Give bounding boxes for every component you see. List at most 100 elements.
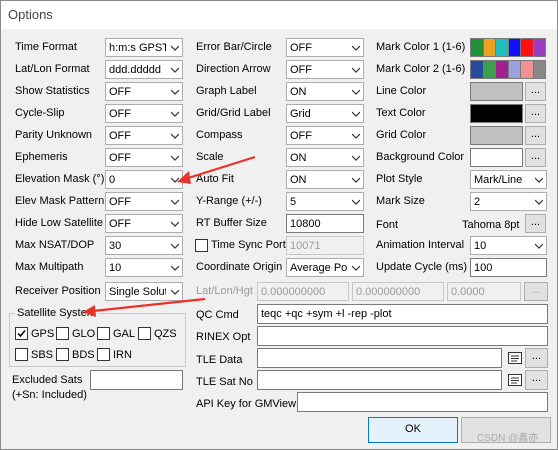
color-chip-1[interactable]	[471, 39, 484, 56]
y-range-select[interactable]: 5	[286, 192, 364, 211]
hide-low-satellite-select[interactable]: OFF	[105, 214, 183, 233]
qzs-checkbox[interactable]	[138, 327, 151, 340]
color-chip-4[interactable]	[508, 39, 521, 56]
color-chip-4[interactable]	[508, 61, 521, 78]
position-browse-button[interactable]: ...	[524, 282, 548, 301]
color-chip-5[interactable]	[521, 39, 534, 56]
mark-size-select[interactable]: 2	[470, 192, 547, 211]
height-input[interactable]: 0.0000	[447, 282, 521, 301]
chevron-down-icon	[171, 111, 179, 117]
excluded-sats-hint: (+Sn: Included)	[12, 389, 87, 401]
title-bar: Options	[1, 1, 557, 29]
show-statistics-select[interactable]: OFF	[105, 82, 183, 101]
mark-color1-label: Mark Color 1 (1-6)	[376, 41, 466, 53]
scale-select[interactable]: ON	[286, 148, 364, 167]
watermark: CSDN @鑫亦	[477, 433, 539, 444]
direction-arrow-select[interactable]: OFF	[286, 60, 364, 79]
time-sync-port-input[interactable]: 10071	[286, 236, 364, 255]
check-icon	[17, 330, 26, 338]
grid-label-select[interactable]: Grid	[286, 104, 364, 123]
chevron-down-icon	[352, 111, 360, 117]
annotation-arrow-1	[177, 155, 256, 184]
chevron-down-icon	[535, 243, 543, 249]
graph-label-label: Graph Label	[196, 85, 257, 97]
chevron-down-icon	[352, 45, 360, 51]
max-nsat-dop-select[interactable]: 30	[105, 236, 183, 255]
gal-checkbox[interactable]	[97, 327, 110, 340]
color-chip-6[interactable]	[533, 39, 545, 56]
background-color-button[interactable]: ...	[525, 148, 546, 167]
file-browse-icon[interactable]	[508, 374, 522, 386]
color-chip-3[interactable]	[496, 61, 509, 78]
file-browse-icon[interactable]	[508, 352, 522, 364]
elev-mask-pattern-select[interactable]: OFF	[105, 192, 183, 211]
color-chip-3[interactable]	[496, 39, 509, 56]
mark-color1-palette[interactable]	[470, 38, 546, 57]
line-color-swatch[interactable]	[470, 82, 523, 101]
rt-buffer-input[interactable]: 10800	[286, 214, 364, 233]
excluded-sats-input[interactable]	[90, 370, 183, 390]
chevron-down-icon	[352, 199, 360, 205]
grid-color-swatch[interactable]	[470, 126, 523, 145]
latitude-input[interactable]: 0.000000000	[257, 282, 349, 301]
bds-checkbox[interactable]	[56, 348, 69, 361]
sbs-label: SBS	[31, 349, 54, 361]
line-color-button[interactable]: ...	[525, 82, 546, 101]
hide-low-satellite-label: Hide Low Satellite	[15, 217, 104, 229]
tle-data-button[interactable]: ...	[525, 348, 548, 368]
compass-label: Compass	[196, 129, 243, 141]
sbs-checkbox[interactable]	[15, 348, 28, 361]
auto-fit-select[interactable]: ON	[286, 170, 364, 189]
background-color-swatch[interactable]	[470, 148, 523, 167]
gps-label: GPS	[31, 328, 55, 340]
color-chip-6[interactable]	[533, 61, 545, 78]
glo-checkbox[interactable]	[56, 327, 69, 340]
api-key-input[interactable]	[297, 392, 548, 412]
rinex-opt-input[interactable]	[257, 326, 548, 346]
color-chip-1[interactable]	[471, 61, 484, 78]
mark-color2-palette[interactable]	[470, 60, 546, 79]
font-button[interactable]: ...	[525, 214, 546, 233]
direction-arrow-label: Direction Arrow	[196, 63, 271, 75]
time-sync-label: Time Sync Port	[211, 239, 286, 251]
plot-style-label: Plot Style	[376, 173, 423, 185]
latlon-format-select[interactable]: ddd.ddddd	[105, 60, 183, 79]
text-color-swatch[interactable]	[470, 104, 523, 123]
graph-label-select[interactable]: ON	[286, 82, 364, 101]
annotation-arrow-2	[83, 297, 206, 317]
tle-sat-no-input[interactable]	[257, 370, 502, 390]
parity-unknown-select[interactable]: OFF	[105, 126, 183, 145]
text-color-button[interactable]: ...	[525, 104, 546, 123]
chevron-down-icon	[352, 265, 360, 271]
animation-interval-select[interactable]: 10	[470, 236, 547, 255]
chevron-down-icon	[352, 155, 360, 161]
color-chip-2[interactable]	[483, 61, 496, 78]
qc-cmd-input[interactable]: teqc +qc +sym +l -rep -plot	[257, 304, 548, 324]
coord-origin-select[interactable]: Average Position	[286, 258, 364, 277]
elev-mask-pattern-label: Elev Mask Pattern	[15, 195, 105, 207]
longitude-input[interactable]: 0.000000000	[352, 282, 444, 301]
color-chip-2[interactable]	[483, 39, 496, 56]
chevron-down-icon	[352, 177, 360, 183]
irn-checkbox[interactable]	[97, 348, 110, 361]
error-bar-select[interactable]: OFF	[286, 38, 364, 57]
time-sync-checkbox[interactable]	[195, 239, 208, 252]
plot-style-select[interactable]: Mark/Line	[470, 170, 547, 189]
rt-buffer-label: RT Buffer Size	[196, 217, 267, 229]
mark-color2-label: Mark Color 2 (1-6)	[376, 63, 466, 75]
chevron-down-icon	[352, 133, 360, 139]
chevron-down-icon	[171, 67, 179, 73]
ok-button[interactable]: OK	[368, 417, 458, 443]
update-cycle-input[interactable]: 100	[470, 258, 547, 277]
compass-select[interactable]: OFF	[286, 126, 364, 145]
max-multipath-select[interactable]: 10	[105, 258, 183, 277]
grid-color-button[interactable]: ...	[525, 126, 546, 145]
cycle-slip-select[interactable]: OFF	[105, 104, 183, 123]
qzs-label: QZS	[154, 328, 177, 340]
tle-data-input[interactable]	[257, 348, 502, 368]
chevron-down-icon	[352, 67, 360, 73]
gps-checkbox[interactable]	[15, 327, 28, 340]
color-chip-5[interactable]	[521, 61, 534, 78]
time-format-select[interactable]: h:m:s GPST	[105, 38, 183, 57]
tle-sat-no-button[interactable]: ...	[525, 370, 548, 390]
